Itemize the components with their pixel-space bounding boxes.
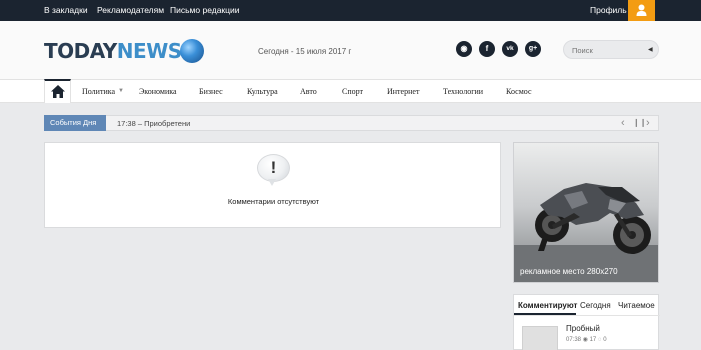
tab-today[interactable]: Сегодня (580, 301, 611, 310)
globe-icon (180, 39, 204, 63)
ad-banner[interactable]: рекламное место 280x270 (513, 142, 659, 283)
facebook-icon[interactable]: f (479, 41, 495, 57)
post-title[interactable]: Пробный (566, 324, 600, 333)
main-nav: Политика ▼ Экономика Бизнес Культура Авт… (0, 79, 701, 103)
no-comments-message: Комментарии отсутствуют (227, 197, 320, 206)
nav-item-economy[interactable]: Экономика (139, 87, 177, 96)
ticker-prev-icon[interactable]: ‹ (621, 116, 625, 130)
nav-item-auto[interactable]: Авто (300, 87, 317, 96)
nav-item-internet[interactable]: Интернет (387, 87, 419, 96)
profile-link[interactable]: Профиль (590, 5, 627, 15)
sidebar-tabs: Комментируют Сегодня Читаемое Пробный 07… (513, 294, 660, 350)
ticker-pause-icon[interactable]: ❙❙ (633, 116, 646, 130)
site-logo[interactable]: TODAYNEWS (44, 39, 182, 65)
nav-item-space[interactable]: Космос (506, 87, 532, 96)
logo-today: TODAY (44, 39, 117, 63)
search-input[interactable] (572, 44, 642, 56)
home-button[interactable] (44, 79, 71, 103)
exclamation-mark: ! (270, 158, 277, 177)
post-thumbnail[interactable] (522, 326, 558, 350)
post-views: 17 (589, 337, 597, 343)
nav-item-politics[interactable]: Политика (82, 87, 115, 96)
profile-button[interactable] (628, 0, 655, 21)
news-ticker: События Дня 17:38 – Приобретени ‹ ❙❙ › (44, 115, 659, 131)
post-meta: 07:38 ◉ 17 ◌ 0 (566, 336, 607, 343)
ticker-headline[interactable]: 17:38 – Приобретени (117, 119, 190, 128)
user-icon (636, 4, 647, 16)
google-plus-icon[interactable]: g+ (525, 41, 541, 57)
tab-commented[interactable]: Комментируют (518, 301, 577, 310)
current-date: Сегодня - 15 июля 2017 г (258, 47, 352, 56)
tabs-divider (514, 315, 660, 316)
nav-item-sport[interactable]: Спорт (342, 87, 363, 96)
vk-icon[interactable]: vk (502, 41, 518, 57)
nav-item-culture[interactable]: Культура (247, 87, 278, 96)
nav-item-business[interactable]: Бизнес (199, 87, 223, 96)
home-icon (51, 85, 65, 98)
rss-icon[interactable]: ◉ (456, 41, 472, 57)
ticker-label: События Дня (44, 115, 106, 131)
ticker-next-icon[interactable]: › (646, 116, 650, 130)
top-bar: В закладки Рекламодателям Письмо редакци… (0, 0, 701, 21)
site-header: TODAYNEWS Сегодня - 15 июля 2017 г ◉ f v… (0, 21, 701, 79)
comments-panel: ! Комментарии отсутствуют (44, 142, 501, 228)
eye-icon: ◉ (582, 337, 590, 343)
comment-warning-icon: ! (257, 154, 290, 186)
logo-news: NEWS (116, 39, 182, 63)
post-time: 07:38 (566, 337, 582, 343)
search-submit-icon[interactable]: ◀ (648, 46, 653, 53)
ad-caption: рекламное место 280x270 (520, 267, 618, 276)
search-box: ◀ (563, 40, 659, 59)
tab-popular[interactable]: Читаемое (618, 301, 655, 310)
bookmark-link[interactable]: В закладки (44, 5, 88, 15)
motorcycle-image (514, 143, 658, 282)
advertisers-link[interactable]: Рекламодателям (97, 5, 164, 15)
chevron-down-icon[interactable]: ▼ (118, 88, 124, 94)
post-comments: 0 (603, 337, 607, 343)
nav-item-technology[interactable]: Технологии (443, 87, 483, 96)
contact-editor-link[interactable]: Письмо редакции (170, 5, 240, 15)
